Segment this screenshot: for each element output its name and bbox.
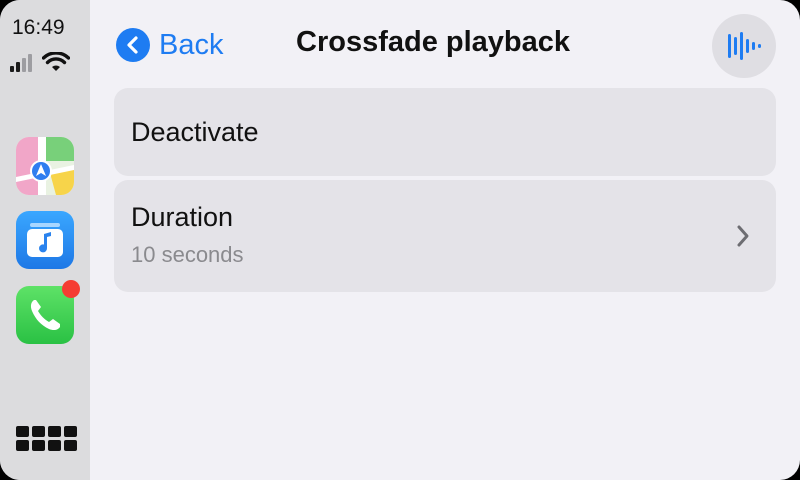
music-app-icon[interactable] bbox=[16, 211, 74, 269]
chevron-left-icon bbox=[116, 28, 150, 62]
app-grid-icon[interactable] bbox=[16, 426, 77, 451]
sidebar: 16:49 bbox=[0, 0, 90, 480]
siri-waveform-button[interactable] bbox=[712, 14, 776, 78]
siri-waveform-icon bbox=[728, 32, 761, 60]
status-time: 16:49 bbox=[12, 16, 65, 39]
page-title: Crossfade playback bbox=[296, 26, 571, 58]
phone-app-icon[interactable] bbox=[16, 280, 80, 344]
back-button[interactable]: Back bbox=[116, 26, 223, 64]
deactivate-label: Deactivate bbox=[131, 117, 259, 147]
carplay-screen: 16:49 Back Crossfade playback Deactivate… bbox=[0, 0, 800, 480]
status-indicators bbox=[10, 52, 70, 72]
maps-app-icon[interactable] bbox=[16, 137, 74, 195]
duration-option[interactable]: Duration 10 seconds bbox=[114, 180, 776, 292]
cellular-signal-icon bbox=[10, 52, 32, 72]
deactivate-option[interactable]: Deactivate bbox=[114, 88, 776, 176]
chevron-right-icon bbox=[737, 225, 749, 247]
duration-value: 10 seconds bbox=[131, 242, 244, 267]
duration-label: Duration bbox=[131, 202, 234, 232]
wifi-icon bbox=[42, 52, 70, 71]
notification-badge bbox=[62, 280, 80, 298]
back-label: Back bbox=[159, 28, 224, 61]
